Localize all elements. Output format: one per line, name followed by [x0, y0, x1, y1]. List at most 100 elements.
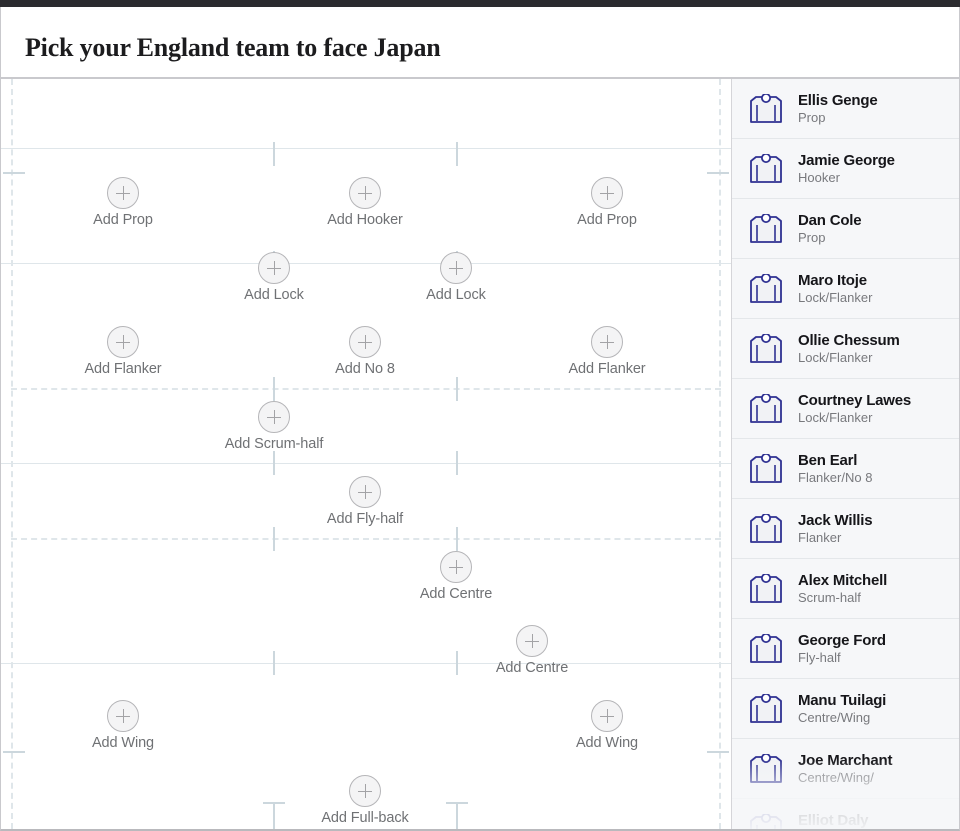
pitch-dashed-5m-left: [11, 79, 13, 829]
plus-icon[interactable]: [349, 775, 381, 807]
slot-label: Add Centre: [419, 586, 493, 602]
jersey-icon: [748, 152, 784, 184]
slot-wing-14[interactable]: Add Wing: [537, 700, 677, 751]
rugby-pitch: Add Prop Add Hooker Add Prop Add Lock Add Lo…: [1, 79, 732, 829]
player-position: Prop: [798, 229, 826, 245]
plus-icon[interactable]: [107, 326, 139, 358]
jersey-icon: [748, 392, 784, 424]
jersey-icon: [748, 812, 784, 829]
slot-fly-half[interactable]: Add Fly-half: [295, 476, 435, 527]
player-name: Courtney Lawes: [798, 391, 912, 409]
slot-label: Add Centre: [495, 660, 569, 676]
player-list-item[interactable]: Joe Marchant Centre/Wing/: [732, 739, 959, 799]
player-list-item[interactable]: Jamie George Hooker: [732, 139, 959, 199]
player-list-item[interactable]: Dan Cole Prop: [732, 199, 959, 259]
slot-lock-5[interactable]: Add Lock: [386, 252, 526, 303]
player-list-item[interactable]: Ollie Chessum Lock/Flanker: [732, 319, 959, 379]
plus-icon[interactable]: [591, 700, 623, 732]
pitch-tick-v-7: [273, 451, 275, 475]
player-position: Flanker/No 8: [798, 469, 873, 485]
slot-label: Add Wing: [575, 735, 639, 751]
player-list-item[interactable]: George Ford Fly-half: [732, 619, 959, 679]
pitch-tick-v-1: [273, 142, 275, 166]
player-name: Joe Marchant: [798, 751, 893, 769]
player-list-item[interactable]: Ben Earl Flanker/No 8: [732, 439, 959, 499]
plus-icon[interactable]: [440, 551, 472, 583]
player-list-item[interactable]: Courtney Lawes Lock/Flanker: [732, 379, 959, 439]
slot-lock-4[interactable]: Add Lock: [204, 252, 344, 303]
player-position: Lock/Flanker: [798, 409, 873, 425]
pitch-tick-v-9: [273, 527, 275, 551]
player-name: Ellis Genge: [798, 91, 878, 109]
plus-icon[interactable]: [349, 326, 381, 358]
slot-label: Add Fly-half: [326, 511, 404, 527]
player-list-item[interactable]: Ellis Genge Prop: [732, 79, 959, 139]
player-position: Hooker: [798, 169, 840, 185]
player-name: George Ford: [798, 631, 886, 649]
slot-prop-tighthead[interactable]: Add Prop: [537, 177, 677, 228]
player-list-item[interactable]: Elliot DalyCentre/Wing: [732, 799, 959, 829]
jersey-icon: [748, 572, 784, 604]
player-name: Manu Tuilagi: [798, 691, 887, 709]
page-header: Pick your England team to face Japan: [0, 7, 960, 78]
slot-centre-13[interactable]: Add Centre: [462, 625, 602, 676]
plus-icon[interactable]: [349, 476, 381, 508]
player-position: Lock/Flanker: [798, 289, 873, 305]
slot-prop-loosehead[interactable]: Add Prop: [53, 177, 193, 228]
slot-label: Add Hooker: [327, 212, 403, 228]
player-list-item[interactable]: Jack Willis Flanker: [732, 499, 959, 559]
pitch-tick-v-5: [273, 377, 275, 401]
plus-icon[interactable]: [516, 625, 548, 657]
slot-hooker[interactable]: Add Hooker: [295, 177, 435, 228]
slot-full-back[interactable]: Add Full-back: [295, 775, 435, 826]
pitch-dashed-10m-top: [11, 388, 721, 390]
player-list-item[interactable]: Manu Tuilagi Centre/Wing: [732, 679, 959, 739]
slot-label: Add Flanker: [568, 361, 646, 377]
slot-label: Add Prop: [577, 212, 637, 228]
player-list-item[interactable]: Alex Mitchell Scrum-half: [732, 559, 959, 619]
pitch-tick-v-13: [273, 802, 275, 829]
player-name: Jack Willis: [798, 511, 873, 529]
slot-scrum-half[interactable]: Add Scrum-half: [204, 401, 344, 452]
player-list-item[interactable]: Maro Itoje Lock/Flanker: [732, 259, 959, 319]
pitch-tick-right-bottom: [707, 751, 729, 753]
slot-wing-11[interactable]: Add Wing: [53, 700, 193, 751]
jersey-icon: [748, 512, 784, 544]
player-name: Jamie George: [798, 151, 895, 169]
pitch-tick-v-2: [456, 142, 458, 166]
pitch-tick-cap-bottom-1: [263, 802, 285, 804]
plus-icon[interactable]: [591, 326, 623, 358]
page-title: Pick your England team to face Japan: [25, 33, 441, 62]
pitch-tick-v-6: [456, 377, 458, 401]
jersey-icon: [748, 632, 784, 664]
player-name: Ben Earl: [798, 451, 858, 469]
plus-icon[interactable]: [258, 401, 290, 433]
slot-flanker-7[interactable]: Add Flanker: [537, 326, 677, 377]
plus-icon[interactable]: [591, 177, 623, 209]
plus-icon[interactable]: [107, 700, 139, 732]
jersey-icon: [748, 452, 784, 484]
main-content: Add Prop Add Hooker Add Prop Add Lock Add Lo…: [0, 79, 960, 831]
slot-flanker-6[interactable]: Add Flanker: [53, 326, 193, 377]
pitch-line-halfway: [1, 463, 731, 464]
pitch-tick-left-top: [3, 172, 25, 174]
jersey-icon: [748, 692, 784, 724]
player-name: Maro Itoje: [798, 271, 867, 289]
slot-no-8[interactable]: Add No 8: [295, 326, 435, 377]
slot-centre-12[interactable]: Add Centre: [386, 551, 526, 602]
pitch-dashed-5m-right: [719, 79, 721, 829]
pitch-line-lower: [1, 663, 731, 664]
pitch-tick-right-top: [707, 172, 729, 174]
pitch-tick-v-8: [456, 451, 458, 475]
slot-label: Add Lock: [244, 287, 304, 303]
slot-label: Add Lock: [426, 287, 486, 303]
plus-icon[interactable]: [107, 177, 139, 209]
plus-icon[interactable]: [258, 252, 290, 284]
jersey-icon: [748, 212, 784, 244]
slot-label: Add Flanker: [84, 361, 162, 377]
plus-icon[interactable]: [440, 252, 472, 284]
pitch-line-upper: [1, 263, 731, 264]
slot-label: Add Wing: [91, 735, 155, 751]
player-list-panel[interactable]: Ellis Genge Prop Jamie George Hooker Dan Col…: [732, 79, 959, 829]
plus-icon[interactable]: [349, 177, 381, 209]
